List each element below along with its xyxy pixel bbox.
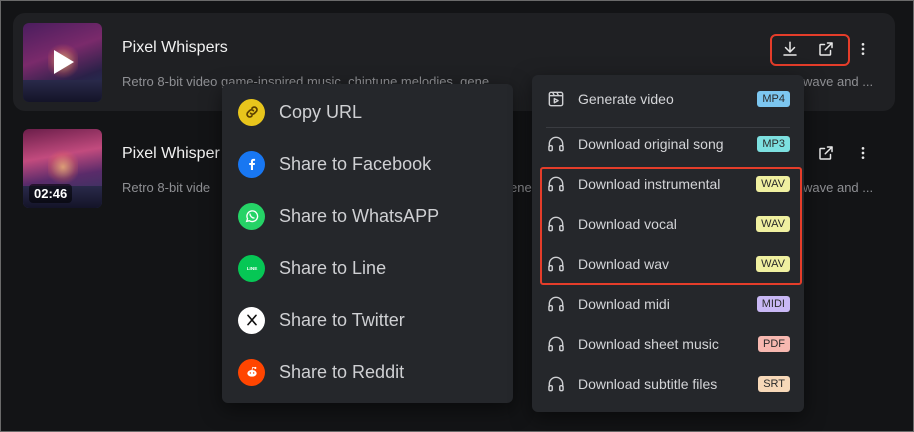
external-link-icon	[819, 146, 833, 160]
track-title[interactable]: Pixel Whisper	[122, 145, 220, 163]
menu-item-download-subtitles[interactable]: Download subtitle files SRT	[546, 369, 790, 399]
x-twitter-icon	[238, 306, 265, 334]
headphones-icon	[546, 334, 566, 354]
play-icon[interactable]	[54, 50, 74, 74]
track-description-tail: wave and ...	[803, 180, 874, 195]
download-button[interactable]	[778, 37, 802, 61]
svg-text:LINE: LINE	[246, 266, 257, 271]
headphones-icon	[546, 134, 566, 154]
more-vertical-icon	[861, 43, 865, 55]
whatsapp-icon	[238, 202, 265, 230]
track-cover[interactable]	[23, 23, 102, 102]
format-tag: MP4	[757, 91, 790, 107]
menu-item-share-reddit[interactable]: Share to Reddit	[238, 352, 498, 392]
menu-item-generate-video[interactable]: Generate video MP4	[546, 84, 790, 114]
format-tag: MP3	[757, 136, 790, 152]
link-icon	[238, 98, 265, 126]
menu-item-share-whatsapp[interactable]: Share to WhatsAPP	[238, 196, 498, 236]
reddit-icon	[238, 358, 265, 386]
headphones-icon	[546, 294, 566, 314]
track-cover[interactable]: 02:46	[23, 129, 102, 208]
more-button[interactable]	[851, 37, 875, 61]
more-vertical-icon	[861, 147, 865, 159]
menu-item-share-facebook[interactable]: Share to Facebook	[238, 144, 498, 184]
facebook-icon	[238, 150, 265, 178]
share-button[interactable]	[814, 37, 838, 61]
menu-divider	[546, 127, 790, 128]
menu-item-download-sheet-music[interactable]: Download sheet music PDF	[546, 329, 790, 359]
menu-item-share-twitter[interactable]: Share to Twitter	[238, 300, 498, 340]
more-button[interactable]	[851, 141, 875, 165]
menu-item-download-midi[interactable]: Download midi MIDI	[546, 289, 790, 319]
share-button[interactable]	[814, 141, 838, 165]
download-icon	[783, 41, 797, 56]
format-tag: MIDI	[756, 296, 790, 312]
cover-art	[48, 147, 78, 187]
track-description-tail: wave and ...	[803, 74, 874, 89]
format-tag: PDF	[758, 336, 790, 352]
app-window: Pixel Whispers Retro 8-bit video game-in…	[0, 0, 914, 432]
line-icon: LINE	[238, 254, 265, 282]
track-description-fragment: ene	[510, 180, 532, 195]
headphones-icon	[546, 374, 566, 394]
external-link-icon	[819, 42, 833, 56]
video-icon	[546, 89, 566, 109]
share-menu: Copy URL Share to Facebook Share to What…	[222, 84, 513, 403]
duration-badge: 02:46	[29, 184, 73, 203]
track-title[interactable]: Pixel Whispers	[122, 39, 228, 57]
menu-item-copy-url[interactable]: Copy URL	[238, 92, 498, 132]
wav-options-highlight	[540, 167, 802, 285]
menu-item-download-original[interactable]: Download original song MP3	[546, 129, 790, 159]
menu-item-share-line[interactable]: LINE Share to Line	[238, 248, 498, 288]
format-tag: SRT	[758, 376, 790, 392]
